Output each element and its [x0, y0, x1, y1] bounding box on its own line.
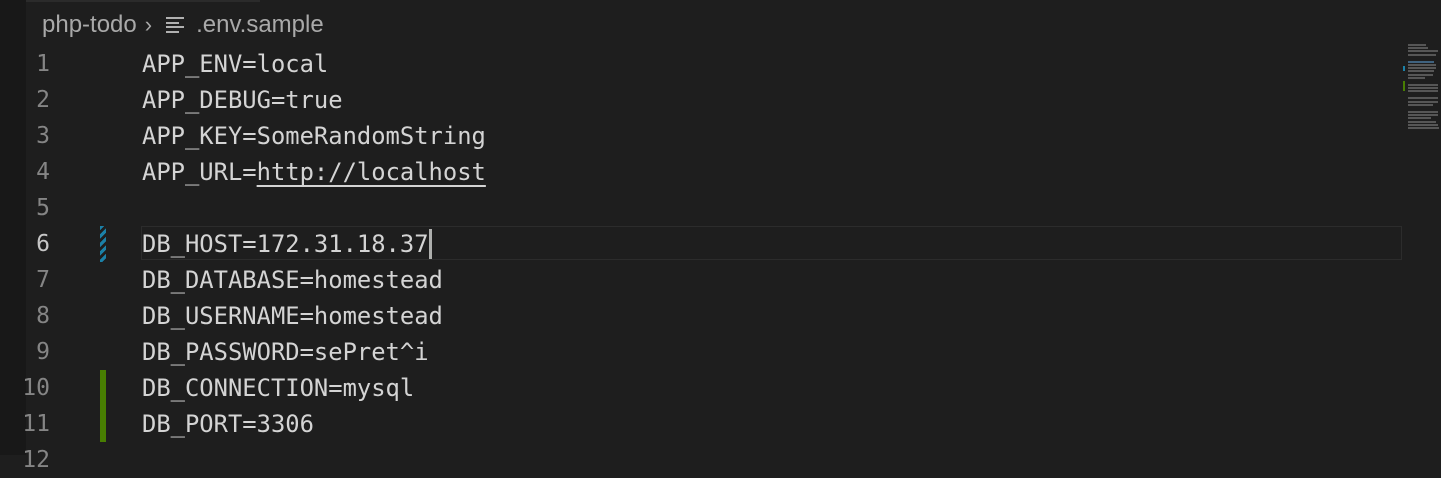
line-text: APP_URL=http://localhost: [142, 154, 486, 190]
code-line[interactable]: 9 DB_PASSWORD=sePret^i: [0, 334, 1402, 370]
line-number: 2: [36, 87, 50, 113]
code-line[interactable]: 12: [0, 442, 1402, 478]
modified-line-gutter-marker[interactable]: [100, 226, 106, 262]
code-line[interactable]: 3 APP_KEY=SomeRandomString: [0, 118, 1402, 154]
line-number: 12: [22, 447, 50, 473]
breadcrumb-folder[interactable]: php-todo: [42, 11, 137, 39]
line-number: 7: [36, 267, 50, 293]
text-cursor: [428, 228, 432, 259]
code-line[interactable]: 2 APP_DEBUG=true: [0, 82, 1402, 118]
url-link[interactable]: http://localhost: [257, 158, 486, 186]
line-number: 5: [36, 195, 50, 221]
line-text: DB_HOST=172.31.18.37: [142, 226, 432, 262]
line-text: DB_CONNECTION=mysql: [142, 374, 415, 402]
line-text: DB_USERNAME=homestead: [142, 302, 443, 330]
line-number: 6: [36, 231, 50, 257]
env-key: APP_URL=: [142, 158, 257, 186]
code-line[interactable]: 4 APP_URL=http://localhost: [0, 154, 1402, 190]
line-number: 11: [22, 411, 50, 437]
line-text: APP_KEY=SomeRandomString: [142, 122, 486, 150]
minimap-modified-marker: [1403, 66, 1405, 71]
code-line-active[interactable]: 6 DB_HOST=172.31.18.37: [0, 226, 1402, 262]
chevron-right-icon: ›: [144, 12, 153, 37]
line-number: 10: [22, 375, 50, 401]
tab-bar-edge: [26, 0, 260, 2]
breadcrumb-file[interactable]: .env.sample: [196, 11, 324, 39]
line-number: 3: [36, 123, 50, 149]
minimap[interactable]: [1403, 44, 1441, 130]
code-line[interactable]: 11 DB_PORT=3306: [0, 406, 1402, 442]
line-content: DB_HOST=172.31.18.37: [142, 230, 429, 258]
line-text: DB_PASSWORD=sePret^i: [142, 338, 429, 366]
line-text: APP_DEBUG=true: [142, 86, 343, 114]
lines-icon: [166, 17, 185, 33]
code-line[interactable]: 1 APP_ENV=local: [0, 46, 1402, 82]
code-line[interactable]: 10 DB_CONNECTION=mysql: [0, 370, 1402, 406]
code-line[interactable]: 8 DB_USERNAME=homestead: [0, 298, 1402, 334]
line-text: DB_PORT=3306: [142, 410, 314, 438]
line-number: 4: [36, 159, 50, 185]
line-number: 9: [36, 339, 50, 365]
line-text: APP_ENV=local: [142, 50, 329, 78]
line-text: DB_DATABASE=homestead: [142, 266, 443, 294]
line-number: 8: [36, 303, 50, 329]
line-number: 1: [36, 51, 50, 77]
code-line[interactable]: 5: [0, 190, 1402, 226]
minimap-added-marker: [1403, 81, 1405, 91]
breadcrumb: php-todo › .env.sample: [42, 8, 324, 42]
code-line[interactable]: 7 DB_DATABASE=homestead: [0, 262, 1402, 298]
